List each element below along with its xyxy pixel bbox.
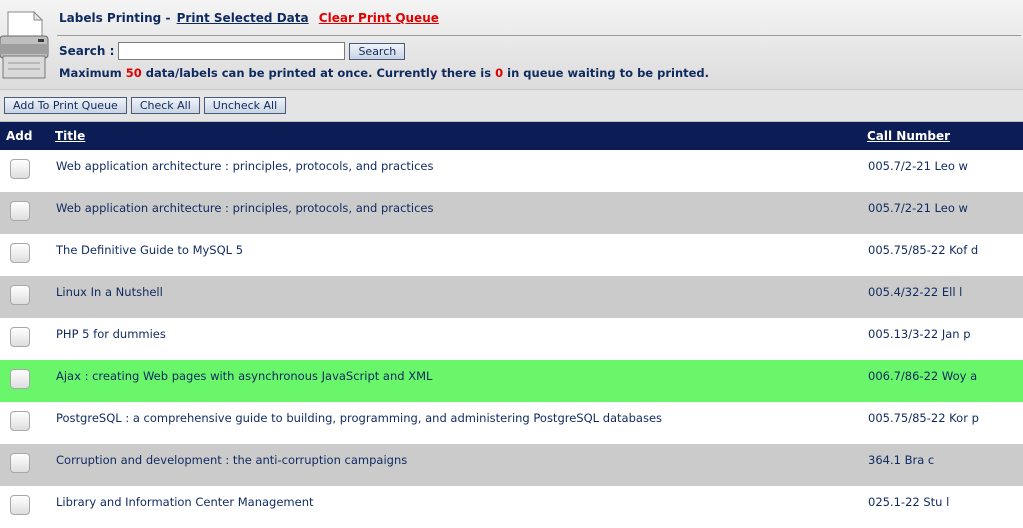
max-count: 50 [125, 66, 142, 80]
table-row: Ajax : creating Web pages with asynchron… [0, 360, 1023, 402]
row-checkbox[interactable] [10, 159, 30, 179]
table-row: Web application architecture : principle… [0, 192, 1023, 234]
title-line: Labels Printing - Print Selected Data Cl… [59, 11, 439, 25]
print-selected-link[interactable]: Print Selected Data [177, 11, 309, 25]
row-checkbox[interactable] [10, 369, 30, 389]
row-checkbox-cell [0, 234, 55, 276]
row-call-number: 005.7/2-21 Leo w [868, 159, 968, 173]
uncheck-all-button[interactable]: Uncheck All [203, 97, 287, 114]
row-call-number: 005.75/85-22 Kof d [868, 243, 979, 257]
row-title: Corruption and development : the anti-co… [56, 453, 408, 467]
row-title: Library and Information Center Managemen… [56, 495, 314, 509]
row-call-number: 005.7/2-21 Leo w [868, 201, 968, 215]
row-title: Web application architecture : principle… [56, 159, 434, 173]
search-row: Search : Search [59, 42, 406, 60]
printer-icon [0, 10, 49, 79]
row-checkbox-cell [0, 444, 55, 486]
row-call-number: 005.75/85-22 Kor p [868, 411, 979, 425]
title-separator: - [165, 11, 171, 25]
table-row: The Definitive Guide to MySQL 5 005.75/85… [0, 234, 1023, 276]
row-checkbox-cell [0, 402, 55, 444]
clear-print-queue-link[interactable]: Clear Print Queue [319, 11, 439, 25]
row-checkbox[interactable] [10, 411, 30, 431]
queue-count: 0 [495, 66, 504, 80]
page-header: Labels Printing - Print Selected Data Cl… [0, 0, 1023, 90]
table-body: Web application architecture : principle… [0, 150, 1023, 528]
row-checkbox[interactable] [10, 285, 30, 305]
row-checkbox[interactable] [10, 495, 30, 515]
column-header-call-number: Call Number [867, 122, 1023, 150]
row-call-number: 005.13/3-22 Jan p [868, 327, 971, 341]
table-row: Corruption and development : the anti-co… [0, 444, 1023, 486]
search-button[interactable]: Search [349, 42, 406, 60]
column-header-add: Add [6, 129, 33, 143]
sort-call-number-link[interactable]: Call Number [867, 129, 950, 143]
data-table: Add Title Call Number Web application ar… [0, 122, 1023, 528]
header-divider [57, 35, 1021, 36]
table-row: PHP 5 for dummies 005.13/3-22 Jan p [0, 318, 1023, 360]
row-checkbox-cell [0, 150, 55, 192]
queue-status: Maximum 50 data/labels can be printed at… [59, 66, 709, 80]
row-checkbox[interactable] [10, 453, 30, 473]
row-checkbox[interactable] [10, 327, 30, 347]
app-title: Labels Printing [59, 11, 162, 25]
table-row: Library and Information Center Managemen… [0, 486, 1023, 528]
table-row: PostgreSQL : a comprehensive guide to bu… [0, 402, 1023, 444]
row-checkbox[interactable] [10, 243, 30, 263]
row-call-number: 364.1 Bra c [868, 453, 935, 467]
row-title: Ajax : creating Web pages with asynchron… [56, 369, 433, 383]
row-call-number: 005.4/32-22 Ell l [868, 285, 963, 299]
row-checkbox[interactable] [10, 201, 30, 221]
row-call-number: 025.1-22 Stu l [868, 495, 950, 509]
check-all-button[interactable]: Check All [130, 97, 200, 114]
search-label: Search : [59, 44, 115, 58]
sort-title-link[interactable]: Title [55, 129, 85, 143]
table-row: Web application architecture : principle… [0, 150, 1023, 192]
row-checkbox-cell [0, 486, 55, 528]
row-title: The Definitive Guide to MySQL 5 [56, 243, 244, 257]
add-to-print-queue-button[interactable]: Add To Print Queue [4, 97, 127, 114]
action-toolbar: Add To Print Queue Check All Uncheck All [0, 90, 1023, 122]
row-checkbox-cell [0, 276, 55, 318]
table-row: Linux In a Nutshell 005.4/32-22 Ell l [0, 276, 1023, 318]
search-input[interactable] [118, 42, 346, 60]
row-title: Linux In a Nutshell [56, 285, 163, 299]
column-header-title: Title [55, 122, 867, 150]
table-header-row: Add Title Call Number [0, 122, 1023, 150]
max-mid: data/labels can be printed at once. Curr… [145, 66, 492, 80]
row-checkbox-cell [0, 360, 55, 402]
row-title: PostgreSQL : a comprehensive guide to bu… [56, 411, 663, 425]
row-title: Web application architecture : principle… [56, 201, 434, 215]
max-prefix: Maximum [59, 66, 122, 80]
row-call-number: 006.7/86-22 Woy a [868, 369, 978, 383]
row-checkbox-cell [0, 318, 55, 360]
row-title: PHP 5 for dummies [56, 327, 166, 341]
row-checkbox-cell [0, 192, 55, 234]
max-suffix: in queue waiting to be printed. [507, 66, 710, 80]
